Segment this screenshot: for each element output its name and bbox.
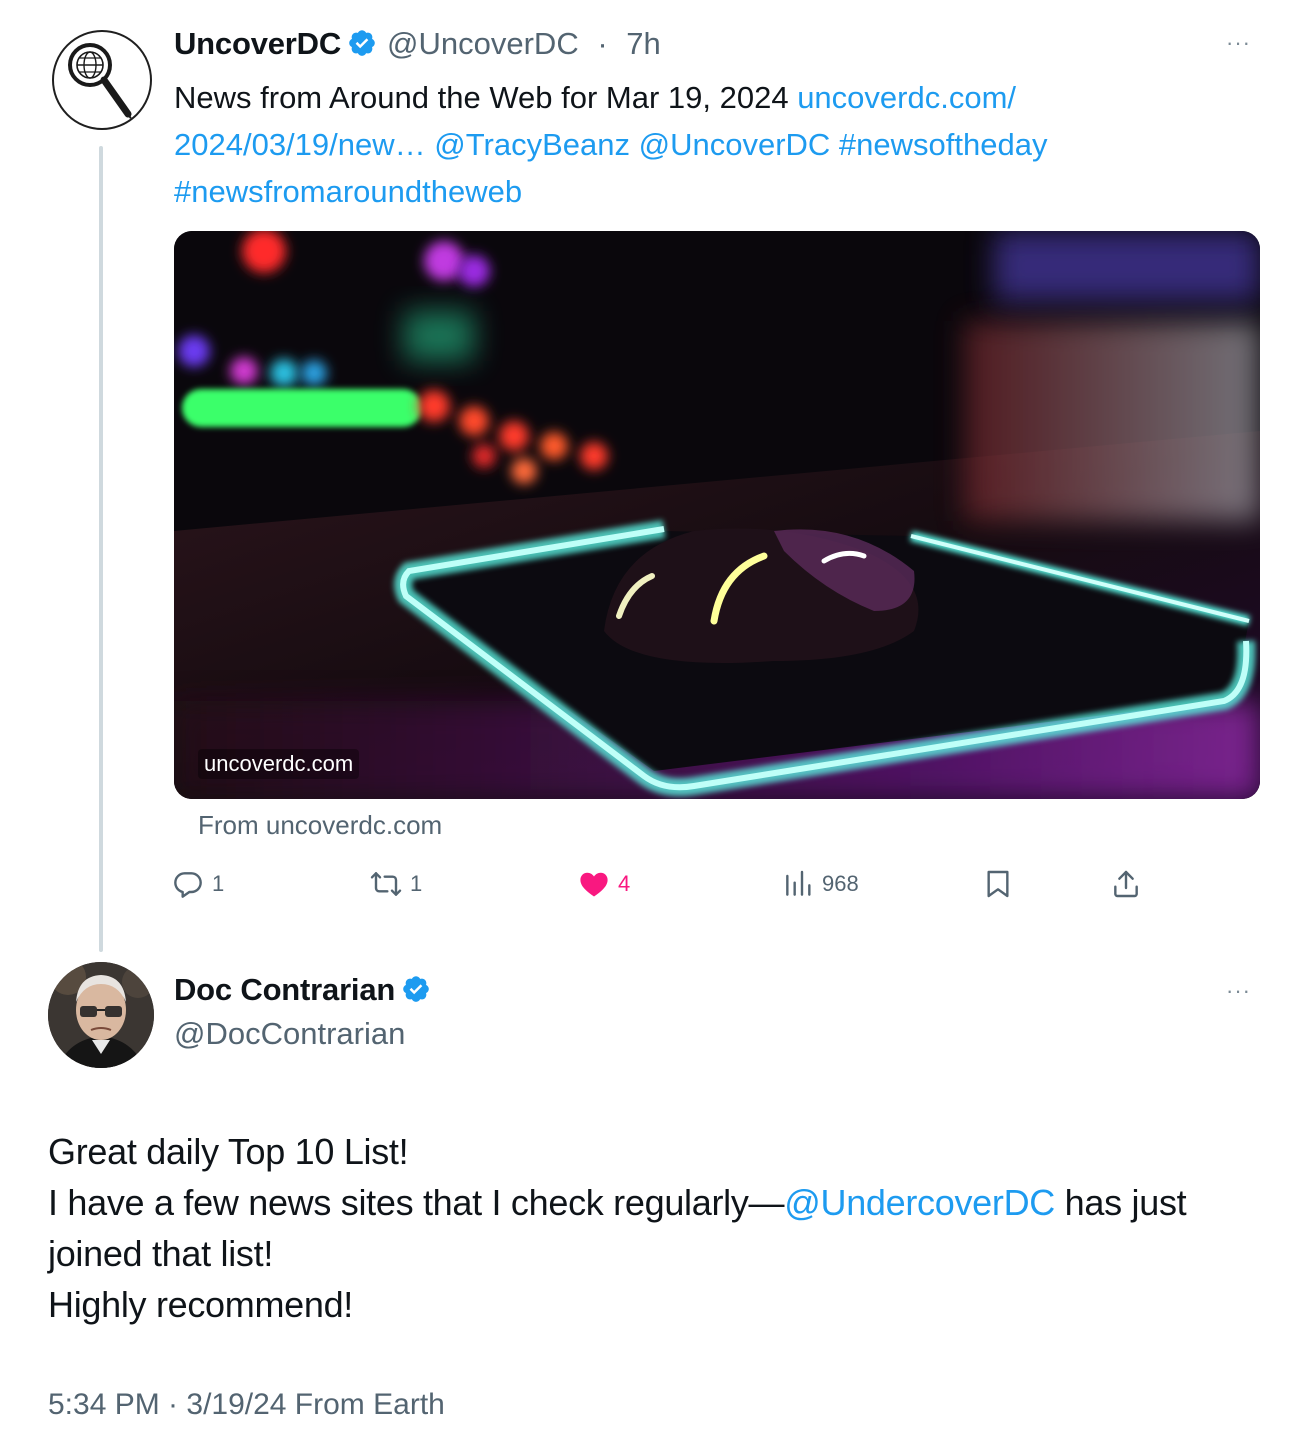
mention-undercoverdc[interactable]: @UndercoverDC — [784, 1182, 1055, 1223]
like-count: 4 — [618, 871, 631, 896]
link-card-image[interactable]: uncoverdc.com — [174, 231, 1260, 799]
retweet-button[interactable]: 1 — [370, 864, 422, 904]
doccontrarian-avatar[interactable] — [48, 962, 154, 1068]
mention-uncoverdc[interactable]: @UncoverDC — [639, 127, 831, 162]
tweet1-text-body: News from Around the Web for Mar 19, 202… — [174, 80, 798, 115]
tweet2-line2: I have a few news sites that I check reg… — [48, 1177, 1248, 1279]
hashtag-newsoftheday[interactable]: #newsoftheday — [839, 127, 1048, 162]
reply-button[interactable]: 1 — [172, 864, 224, 904]
verified-badge-icon — [403, 976, 429, 1002]
hashtag-newsfromaroundtheweb[interactable]: #newsfromaroundtheweb — [174, 174, 522, 209]
more-icon[interactable]: ··· — [1226, 978, 1251, 1004]
tweet2-line1: Great daily Top 10 List! — [48, 1131, 409, 1172]
rgb-mousepad-photo — [174, 231, 1260, 799]
card-domain-label: uncoverdc.com — [198, 749, 360, 779]
tweet2-author-name[interactable]: Doc Contrarian — [174, 972, 395, 1007]
like-button[interactable]: 4 — [578, 864, 630, 904]
tweet2-text: Great daily Top 10 List! I have a few ne… — [48, 1126, 1248, 1330]
reply-count: 1 — [212, 871, 225, 896]
elderly-man-portrait-icon — [48, 962, 154, 1068]
retweet-icon — [370, 872, 402, 896]
retweet-count: 1 — [410, 871, 423, 896]
views-count: 968 — [822, 871, 859, 896]
thread-connector-line — [99, 146, 103, 952]
tweet1-handle[interactable]: @UncoverDC — [387, 26, 579, 61]
reply-icon — [174, 872, 202, 898]
tweet1-time-separator: · — [588, 26, 617, 61]
tweet2-author: Doc Contrarian — [174, 972, 431, 1008]
tweet2-line3: Highly recommend! — [48, 1284, 354, 1325]
magnifier-globe-logo-icon — [68, 43, 135, 124]
tweet1-author-name[interactable]: UncoverDC — [174, 26, 341, 61]
bookmark-icon — [987, 870, 1009, 898]
bookmark-button[interactable] — [982, 864, 1022, 904]
views-button[interactable]: 968 — [782, 864, 859, 904]
tweet2-line2-prefix: I have a few news sites that I check reg… — [48, 1182, 785, 1223]
uncoverdc-avatar[interactable] — [52, 30, 152, 130]
tweet2-handle[interactable]: @DocContrarian — [174, 1016, 405, 1052]
tweet2-timestamp[interactable]: 5:34 PM · 3/19/24 From Earth — [48, 1388, 445, 1422]
heart-icon — [580, 872, 608, 897]
share-icon — [1114, 870, 1138, 898]
card-source-link[interactable]: From uncoverdc.com — [198, 810, 442, 841]
share-button[interactable] — [1110, 864, 1150, 904]
verified-badge-icon — [349, 30, 375, 56]
tweet1-time[interactable]: 7h — [626, 26, 660, 61]
views-icon — [786, 870, 811, 896]
tweet1-header: UncoverDC @UncoverDC · 7h — [174, 26, 661, 62]
more-icon[interactable]: ··· — [1226, 30, 1251, 56]
tweet1-text: News from Around the Web for Mar 19, 202… — [174, 74, 1184, 215]
mention-tracybeanz[interactable]: @TracyBeanz — [434, 127, 630, 162]
